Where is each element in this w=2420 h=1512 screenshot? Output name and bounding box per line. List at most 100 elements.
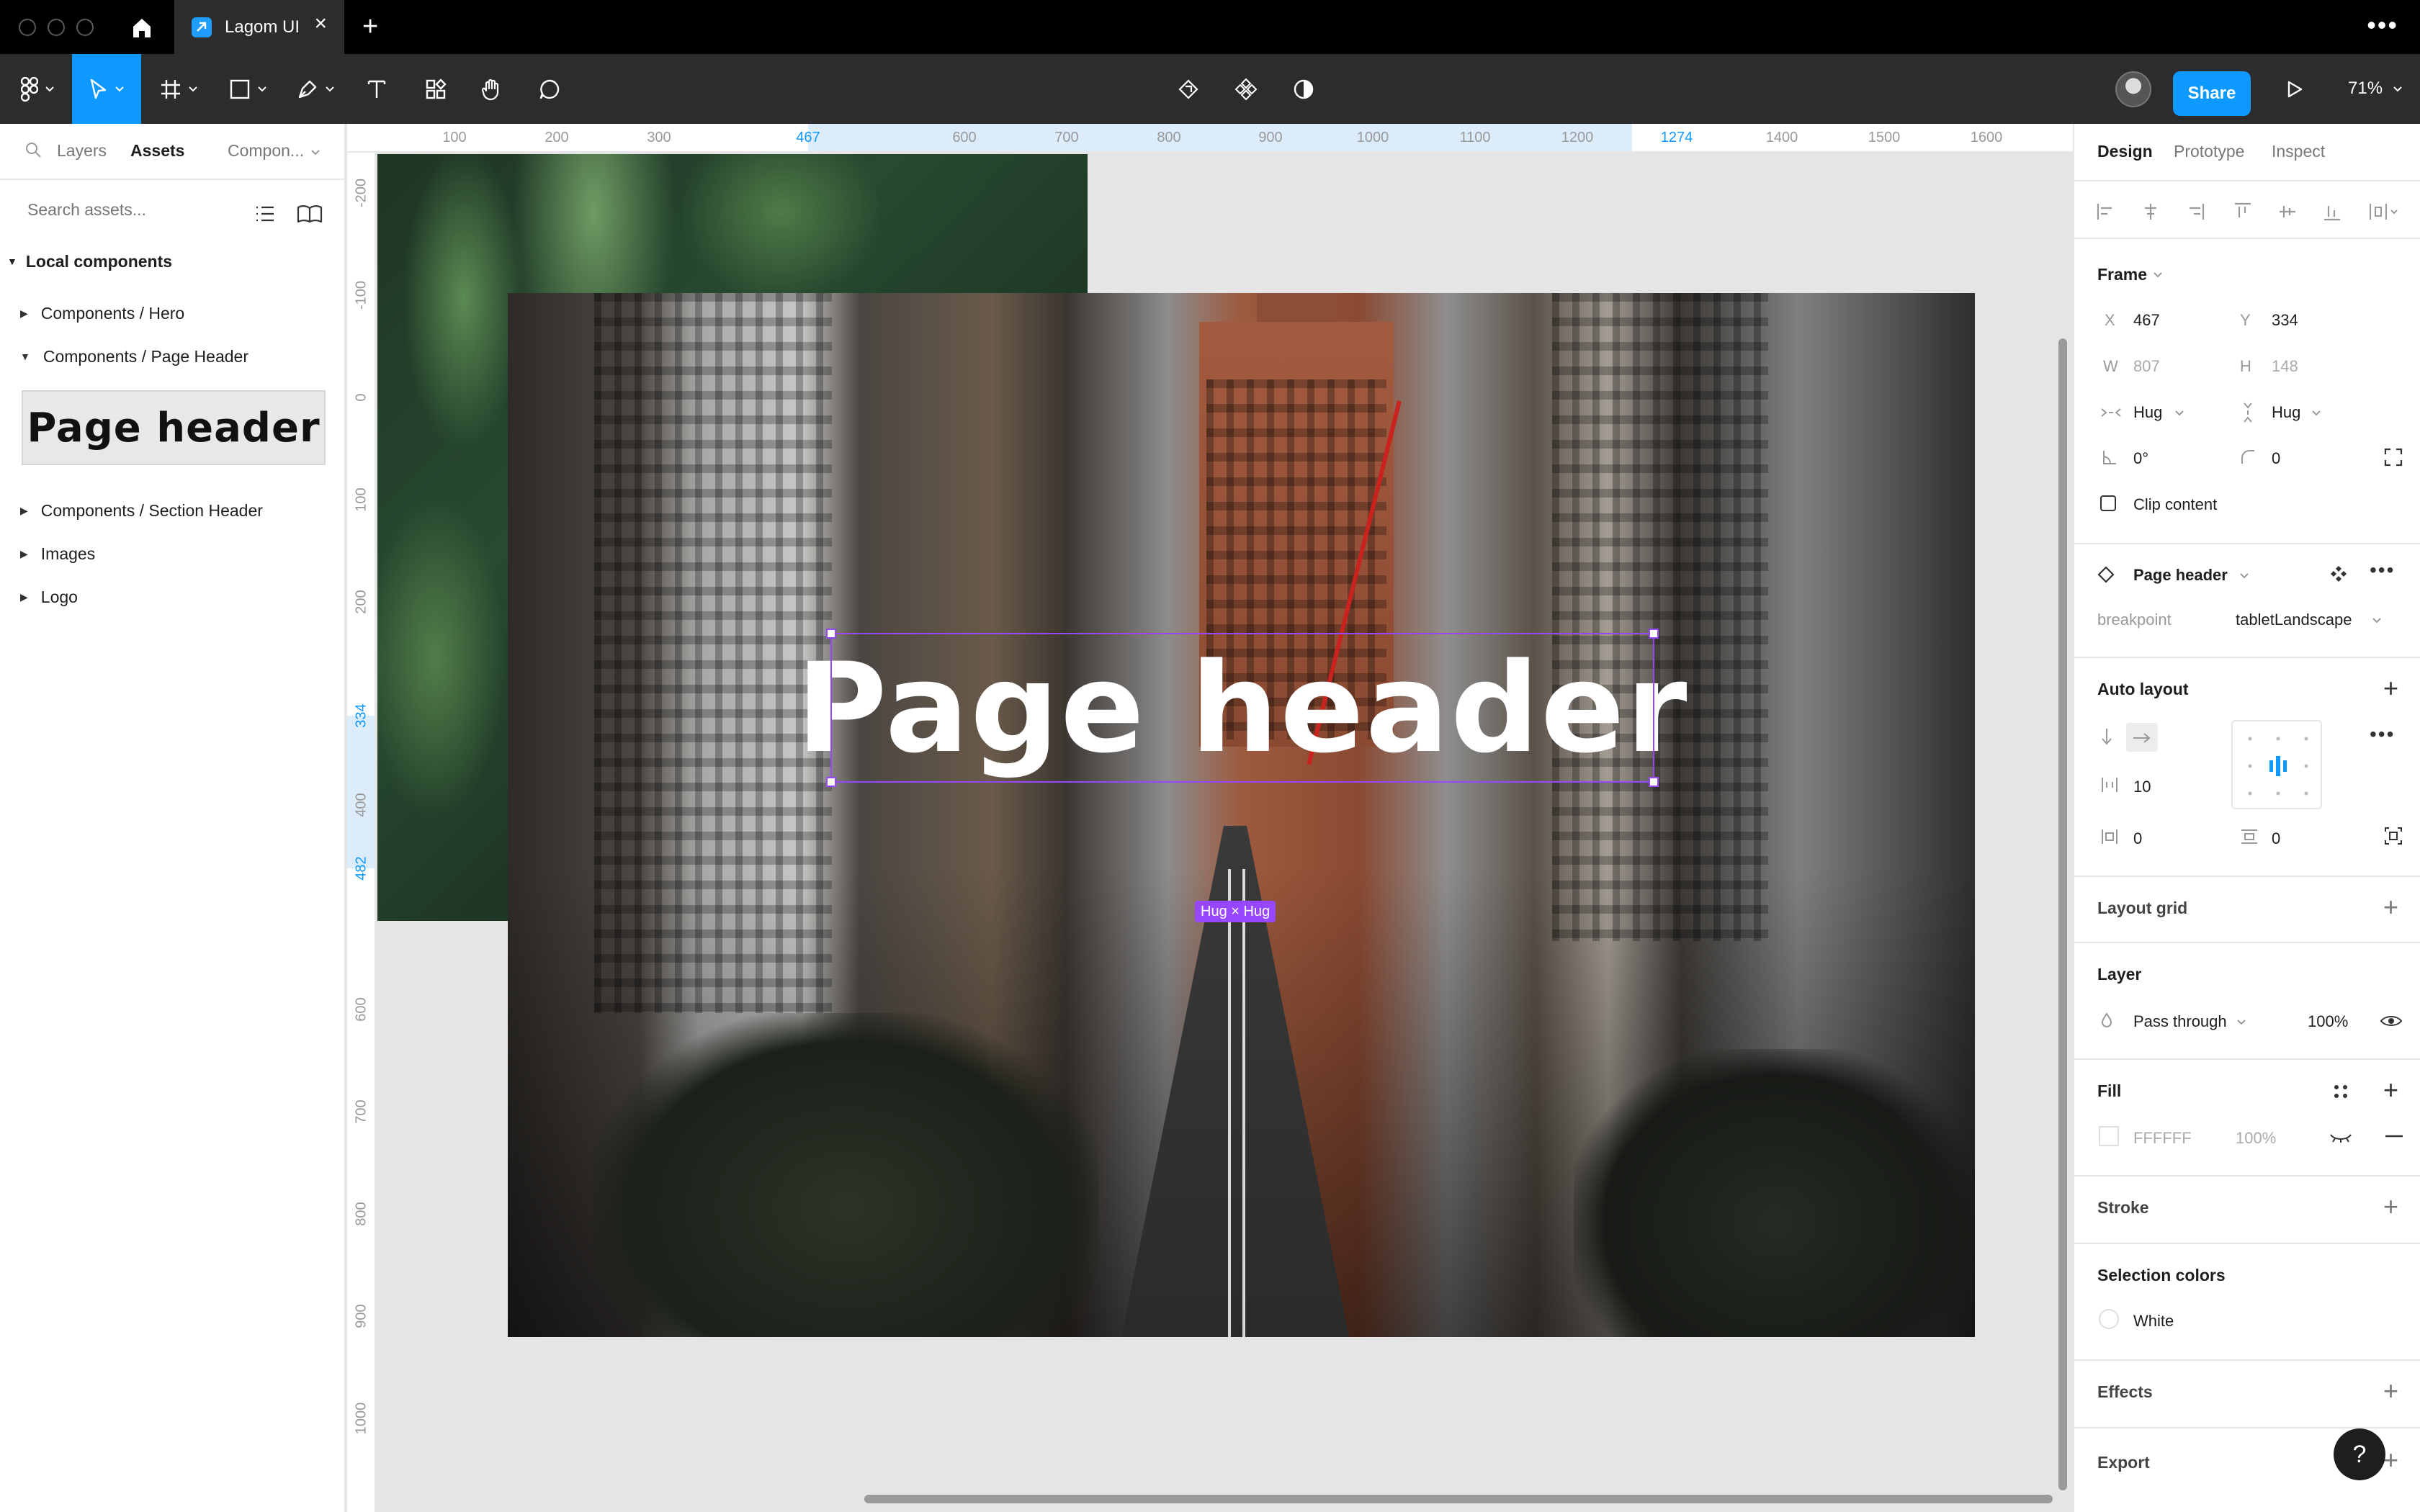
chevron-down-icon[interactable]	[2372, 618, 2381, 624]
add-export-icon[interactable]: +	[2383, 1447, 2398, 1473]
horizontal-padding-input[interactable]: 0	[2133, 829, 2142, 848]
window-close-dot[interactable]	[19, 19, 36, 36]
search-assets-input[interactable]	[27, 200, 222, 220]
vertical-scrollbar[interactable]	[2058, 338, 2067, 1490]
tab-design[interactable]: Design	[2097, 142, 2153, 161]
clip-content-checkbox[interactable]	[2100, 495, 2116, 511]
add-fill-icon[interactable]: +	[2383, 1077, 2398, 1103]
fill-hex-input[interactable]: FFFFFF	[2133, 1129, 2192, 1148]
vertical-padding-input[interactable]: 0	[2272, 829, 2280, 848]
component-group-section-header[interactable]: ▶ Components / Section Header	[0, 492, 346, 528]
add-stroke-icon[interactable]: +	[2383, 1194, 2398, 1220]
chevron-down-icon[interactable]	[2175, 410, 2184, 416]
local-components-header[interactable]: ▼ Local components	[0, 243, 346, 279]
y-input[interactable]: 334	[2272, 311, 2298, 330]
zoom-dropdown[interactable]: 71%	[2348, 78, 2402, 99]
eye-closed-icon[interactable]	[2329, 1132, 2352, 1143]
align-horizontal-center-icon[interactable]	[2141, 202, 2161, 222]
frame-tool-button[interactable]	[151, 54, 206, 124]
file-tab[interactable]: Lagom UI ×	[174, 0, 344, 54]
instance-more-icon[interactable]: •••	[2370, 559, 2395, 582]
layer-opacity-input[interactable]: 100%	[2308, 1012, 2348, 1031]
pen-tool-button[interactable]	[288, 54, 343, 124]
user-avatar[interactable]	[2115, 71, 2151, 107]
alignment-grid[interactable]	[2231, 720, 2322, 809]
item-spacing-input[interactable]: 10	[2133, 778, 2151, 796]
horizontal-direction-button[interactable]	[2126, 723, 2158, 752]
share-button[interactable]: Share	[2173, 71, 2251, 116]
align-vertical-center-icon[interactable]	[2277, 202, 2298, 222]
selection-color-swatch[interactable]	[2099, 1309, 2119, 1329]
more-options-icon[interactable]: •••	[2367, 10, 2398, 40]
hand-tool-button[interactable]	[472, 54, 511, 124]
present-button[interactable]	[2276, 54, 2313, 124]
frame-section-title[interactable]: Frame	[2097, 265, 2147, 284]
component-group-logo[interactable]: ▶ Logo	[0, 579, 346, 615]
library-book-icon[interactable]	[297, 204, 323, 223]
component-group-hero[interactable]: ▶ Components / Hero	[0, 295, 346, 331]
independent-corners-icon[interactable]	[2384, 448, 2403, 467]
chevron-down-icon[interactable]	[2237, 1020, 2246, 1025]
tab-inspect[interactable]: Inspect	[2272, 142, 2325, 161]
add-auto-layout-icon[interactable]: +	[2383, 675, 2398, 701]
home-icon[interactable]	[126, 16, 158, 39]
close-icon[interactable]: ×	[314, 13, 327, 35]
fill-color-swatch[interactable]	[2099, 1126, 2119, 1146]
tab-assets[interactable]: Assets	[130, 141, 184, 161]
help-button[interactable]: ?	[2334, 1428, 2385, 1480]
x-input[interactable]: 467	[2133, 311, 2160, 330]
detach-instance-button[interactable]	[1173, 54, 1204, 124]
component-group-page-header[interactable]: ▼ Components / Page Header	[0, 338, 346, 374]
resize-handle[interactable]	[826, 629, 836, 639]
eye-icon[interactable]	[2380, 1014, 2403, 1028]
style-grid-icon[interactable]	[2332, 1083, 2349, 1100]
chevron-down-icon[interactable]	[311, 150, 320, 156]
text-tool-button[interactable]	[357, 54, 396, 124]
vertical-direction-icon[interactable]	[2100, 727, 2113, 746]
remove-fill-icon[interactable]	[2385, 1135, 2403, 1138]
move-tool-button[interactable]	[72, 54, 141, 124]
horizontal-resizing-dropdown[interactable]: Hug	[2133, 403, 2162, 422]
tab-components-library[interactable]: Compon...	[228, 141, 304, 161]
selection-color-name[interactable]: White	[2133, 1312, 2174, 1331]
resize-handle[interactable]	[1649, 777, 1659, 787]
rotation-input[interactable]: 0°	[2133, 449, 2148, 468]
instance-name[interactable]: Page header	[2133, 566, 2228, 585]
window-minimize-dot[interactable]	[48, 19, 65, 36]
tab-prototype[interactable]: Prototype	[2174, 142, 2244, 161]
window-maximize-dot[interactable]	[76, 19, 94, 36]
resources-tool-button[interactable]	[416, 54, 455, 124]
align-top-icon[interactable]	[2233, 202, 2253, 222]
fill-opacity-input[interactable]: 100%	[2236, 1129, 2276, 1148]
page-header-component-thumbnail[interactable]: Page header	[22, 390, 326, 465]
chevron-down-icon[interactable]	[2240, 573, 2249, 579]
mask-button[interactable]	[1288, 54, 1319, 124]
w-input[interactable]: 807	[2133, 357, 2160, 376]
resize-handle[interactable]	[1649, 629, 1659, 639]
h-input[interactable]: 148	[2272, 357, 2298, 376]
corner-radius-input[interactable]: 0	[2272, 449, 2280, 468]
resize-handle[interactable]	[826, 777, 836, 787]
tab-layers[interactable]: Layers	[57, 141, 107, 161]
variant-prop-dropdown[interactable]: tabletLandscape	[2236, 611, 2352, 629]
go-to-main-component-icon[interactable]	[2329, 564, 2348, 583]
list-view-icon[interactable]	[255, 204, 275, 223]
align-left-icon[interactable]	[2096, 202, 2116, 222]
auto-layout-more-icon[interactable]: •••	[2370, 723, 2395, 746]
hero-city-image[interactable]	[508, 293, 1975, 1337]
distribute-icon[interactable]	[2368, 202, 2400, 222]
selection-box[interactable]	[826, 629, 1659, 787]
horizontal-scrollbar[interactable]	[864, 1495, 2053, 1503]
component-group-images[interactable]: ▶ Images	[0, 536, 346, 572]
add-effect-icon[interactable]: +	[2383, 1378, 2398, 1404]
vertical-resizing-dropdown[interactable]: Hug	[2272, 403, 2300, 422]
individual-padding-icon[interactable]	[2384, 827, 2403, 845]
blend-mode-dropdown[interactable]: Pass through	[2133, 1012, 2227, 1031]
align-right-icon[interactable]	[2185, 202, 2205, 222]
shape-tool-button[interactable]	[220, 54, 275, 124]
chevron-down-icon[interactable]	[2154, 272, 2162, 278]
align-bottom-icon[interactable]	[2322, 202, 2342, 222]
component-button[interactable]	[1230, 54, 1262, 124]
main-menu-button[interactable]	[10, 54, 65, 124]
add-layout-grid-icon[interactable]: +	[2383, 894, 2398, 920]
